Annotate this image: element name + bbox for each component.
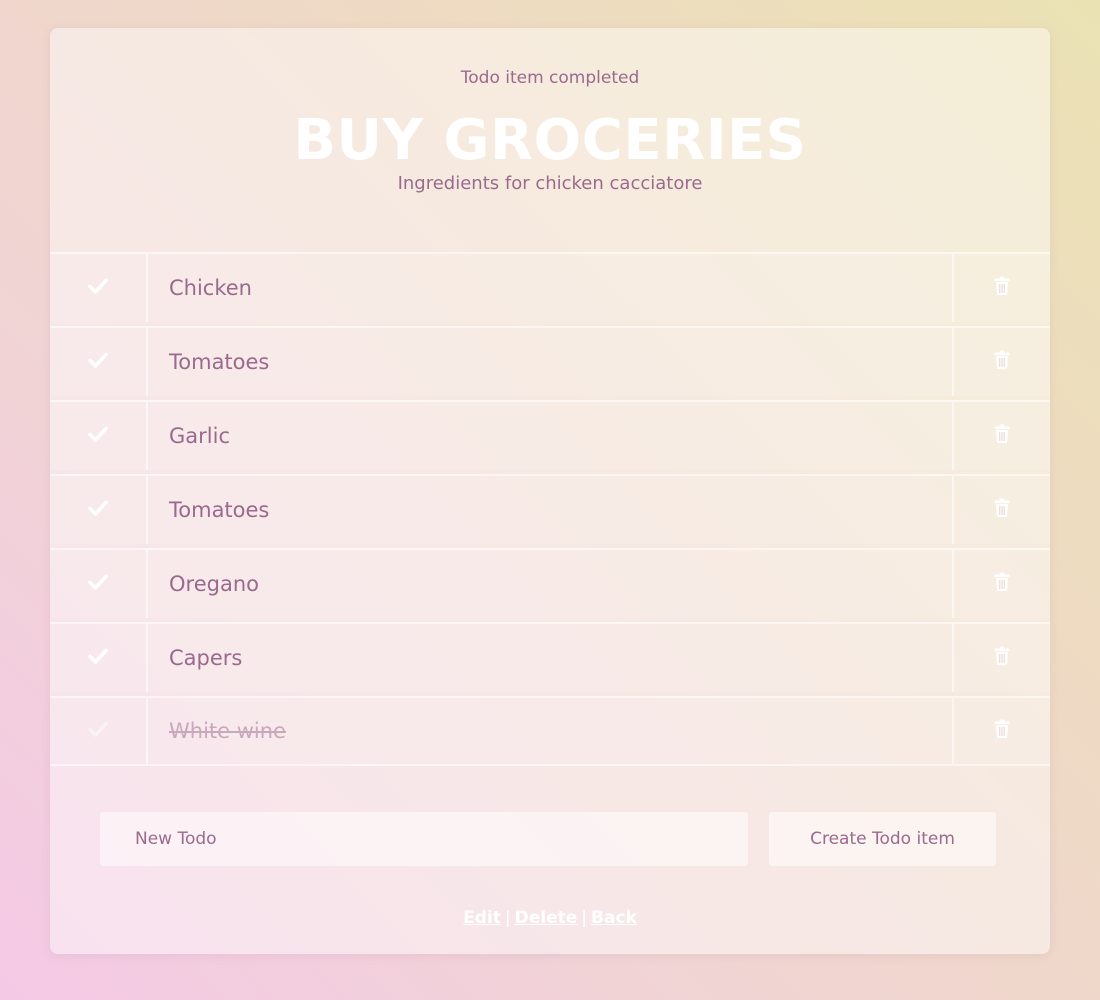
trash-icon: [994, 276, 1010, 300]
list-description: Ingredients for chicken cacciatore: [397, 173, 703, 194]
todo-item-label: Tomatoes: [169, 498, 270, 522]
check-icon: [88, 721, 108, 741]
link-separator: |: [581, 908, 588, 928]
delete-item-button[interactable]: [952, 254, 1050, 322]
trash-icon: [994, 350, 1010, 374]
todo-item-label: Oregano: [169, 572, 259, 596]
delete-item-button[interactable]: [952, 328, 1050, 396]
delete-item-button[interactable]: [952, 624, 1050, 692]
trash-icon: [994, 719, 1010, 743]
check-icon: [88, 352, 108, 372]
todo-item: Oregano: [50, 548, 1050, 618]
create-todo-button[interactable]: Create Todo item: [769, 812, 996, 866]
todo-item: Tomatoes: [50, 326, 1050, 396]
new-todo-input[interactable]: [100, 812, 748, 866]
delete-link[interactable]: Delete: [515, 908, 578, 928]
check-icon: [88, 278, 108, 298]
check-icon: [88, 574, 108, 594]
delete-item-button[interactable]: [952, 402, 1050, 470]
todo-item: Chicken: [50, 252, 1050, 322]
todo-item: Capers: [50, 622, 1050, 692]
check-icon: [88, 500, 108, 520]
complete-toggle[interactable]: [50, 698, 148, 764]
todo-item: Tomatoes: [50, 474, 1050, 544]
list-title: BUY GROCERIES: [293, 108, 807, 173]
todo-card: Todo item completed BUY GROCERIES Ingred…: [50, 28, 1050, 954]
todo-item-label: Garlic: [169, 424, 230, 448]
complete-toggle[interactable]: [50, 550, 148, 618]
back-link[interactable]: Back: [591, 908, 637, 928]
todo-item: Garlic: [50, 400, 1050, 470]
complete-toggle[interactable]: [50, 402, 148, 470]
footer-links: Edit | Delete | Back: [50, 908, 1050, 928]
delete-item-button[interactable]: [952, 698, 1050, 764]
todo-item-label: Capers: [169, 646, 243, 670]
todo-item-label: Tomatoes: [169, 350, 270, 374]
todo-item-label: Chicken: [169, 276, 252, 300]
complete-toggle[interactable]: [50, 254, 148, 322]
trash-icon: [994, 572, 1010, 596]
todo-item: White wine: [50, 696, 1050, 766]
delete-item-button[interactable]: [952, 550, 1050, 618]
todo-list: Chicken Tomatoes Garlic Tomatoes Oregano Cape…: [50, 252, 1050, 766]
check-icon: [88, 426, 108, 446]
edit-link[interactable]: Edit: [463, 908, 501, 928]
trash-icon: [994, 424, 1010, 448]
trash-icon: [994, 498, 1010, 522]
complete-toggle[interactable]: [50, 624, 148, 692]
complete-toggle[interactable]: [50, 476, 148, 544]
delete-item-button[interactable]: [952, 476, 1050, 544]
link-separator: |: [504, 908, 511, 928]
trash-icon: [994, 646, 1010, 670]
todo-item-label: White wine: [169, 719, 286, 743]
flash-message: Todo item completed: [460, 68, 640, 88]
complete-toggle[interactable]: [50, 328, 148, 396]
check-icon: [88, 648, 108, 668]
